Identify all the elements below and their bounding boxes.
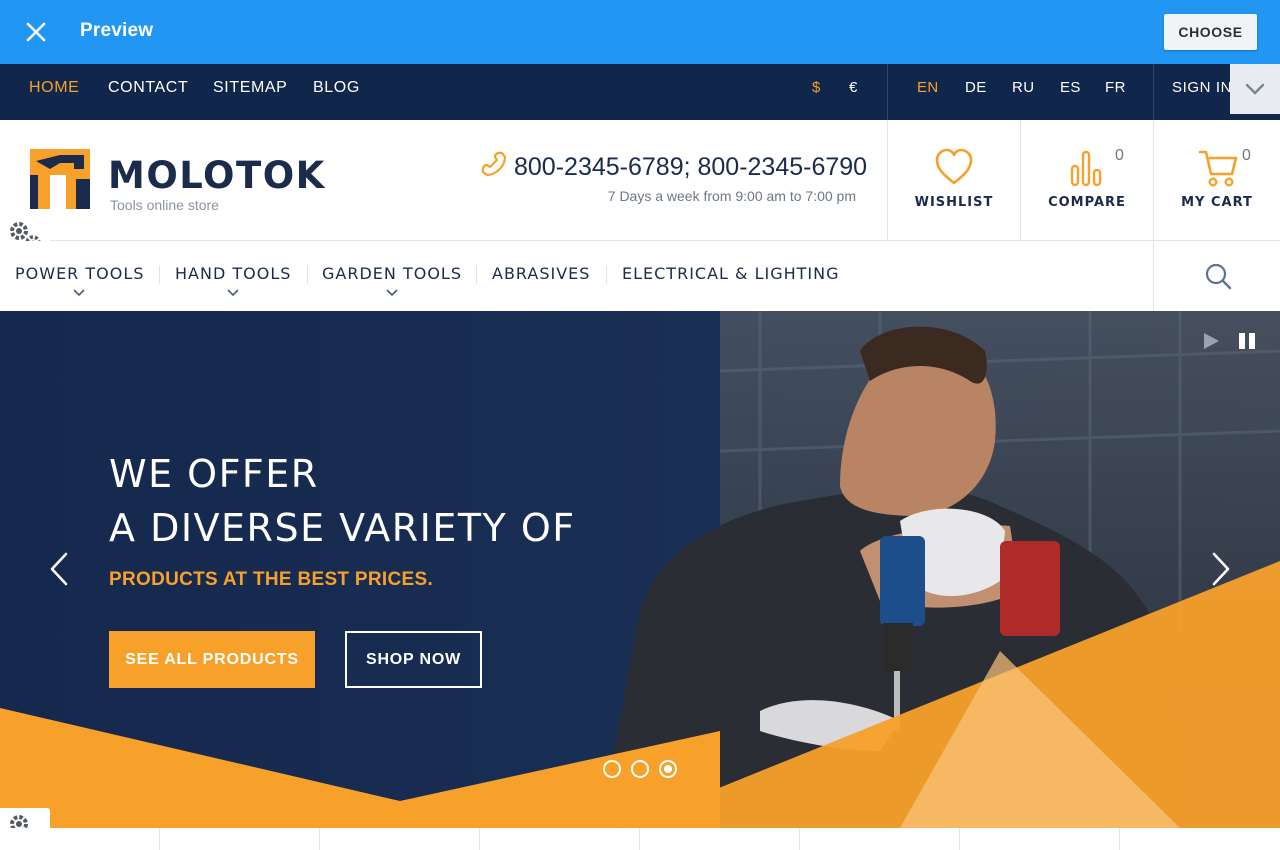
nav-contact-link[interactable]: CONTACT bbox=[108, 79, 188, 97]
topbar-divider bbox=[1153, 64, 1154, 120]
opening-hours: 7 Days a week from 9:00 am to 7:00 pm bbox=[607, 188, 856, 204]
heart-icon bbox=[935, 148, 973, 185]
account-dropdown-button[interactable] bbox=[1230, 64, 1280, 114]
strip-divider bbox=[799, 828, 800, 850]
cart-icon bbox=[1198, 150, 1238, 187]
hero-subheadline: PRODUCTS AT THE BEST PRICES. bbox=[109, 569, 434, 590]
top-bar bbox=[0, 64, 1280, 120]
category-garden-tools[interactable]: GARDEN TOOLS bbox=[322, 264, 462, 283]
chevron-down-icon bbox=[227, 289, 239, 297]
nav-home-link[interactable]: HOME bbox=[29, 79, 79, 97]
see-all-products-button[interactable]: SEE ALL PRODUCTS bbox=[109, 631, 315, 688]
wishlist-label: WISHLIST bbox=[914, 195, 994, 210]
preview-bar: Preview CHOOSE bbox=[0, 0, 1280, 64]
strip-divider bbox=[319, 828, 320, 850]
category-separator bbox=[307, 266, 308, 284]
lang-es[interactable]: ES bbox=[1060, 79, 1081, 96]
pause-icon[interactable] bbox=[1236, 330, 1258, 352]
nav-sitemap-link[interactable]: SITEMAP bbox=[213, 79, 287, 97]
preview-title: Preview bbox=[80, 20, 154, 41]
sign-in-link[interactable]: SIGN IN bbox=[1172, 79, 1232, 96]
slide-dot-3[interactable] bbox=[659, 760, 677, 778]
compare-button[interactable]: 0 COMPARE bbox=[1021, 120, 1153, 240]
chevron-right-icon[interactable] bbox=[1208, 551, 1234, 587]
lang-fr[interactable]: FR bbox=[1105, 79, 1126, 96]
phone-numbers[interactable]: 800-2345-6789; 800-2345-6790 bbox=[514, 153, 867, 182]
currency-eur[interactable]: € bbox=[849, 79, 857, 96]
logo-name[interactable]: MOLOTOK bbox=[108, 154, 326, 197]
shop-now-button[interactable]: SHOP NOW bbox=[345, 631, 482, 688]
currency-usd[interactable]: $ bbox=[812, 79, 820, 96]
close-icon[interactable] bbox=[22, 18, 50, 46]
lang-en[interactable]: EN bbox=[917, 79, 939, 96]
hero-headline-line2: A DIVERSE VARIETY OF bbox=[109, 506, 576, 550]
topbar-divider bbox=[887, 64, 888, 120]
slide-dot-1[interactable] bbox=[603, 760, 621, 778]
chevron-down-icon bbox=[386, 289, 398, 297]
compare-count: 0 bbox=[1115, 147, 1124, 164]
strip-divider bbox=[159, 828, 160, 850]
search-icon bbox=[1205, 263, 1232, 290]
hammer-logo-icon[interactable] bbox=[30, 149, 90, 209]
cart-count: 0 bbox=[1242, 147, 1251, 164]
nav-blog-link[interactable]: BLOG bbox=[313, 79, 360, 97]
lang-de[interactable]: DE bbox=[965, 79, 987, 96]
category-separator bbox=[159, 266, 160, 284]
phone-icon bbox=[481, 151, 507, 177]
bar-chart-icon bbox=[1070, 150, 1102, 187]
feature-strip bbox=[0, 828, 1280, 850]
choose-button[interactable]: CHOOSE bbox=[1164, 14, 1257, 50]
category-power-tools[interactable]: POWER TOOLS bbox=[15, 264, 144, 283]
cart-label: MY CART bbox=[1181, 195, 1253, 210]
strip-divider bbox=[479, 828, 480, 850]
wishlist-button[interactable]: WISHLIST bbox=[888, 120, 1020, 240]
category-separator bbox=[606, 266, 607, 284]
lang-ru[interactable]: RU bbox=[1012, 79, 1034, 96]
chevron-left-icon[interactable] bbox=[46, 551, 72, 587]
slide-dot-2[interactable] bbox=[631, 760, 649, 778]
search-button[interactable] bbox=[1153, 241, 1280, 311]
category-electrical-lighting[interactable]: ELECTRICAL & LIGHTING bbox=[622, 264, 840, 283]
logo-tagline: Tools online store bbox=[110, 197, 219, 213]
chevron-down-icon bbox=[1245, 83, 1265, 95]
strip-divider bbox=[959, 828, 960, 850]
category-separator bbox=[476, 266, 477, 284]
strip-divider bbox=[1119, 828, 1120, 850]
compare-label: COMPARE bbox=[1048, 195, 1126, 210]
play-icon[interactable] bbox=[1200, 330, 1222, 352]
chevron-down-icon bbox=[73, 289, 85, 297]
strip-divider bbox=[639, 828, 640, 850]
hero-headline-line1: WE OFFER bbox=[109, 452, 319, 496]
cart-button[interactable]: 0 MY CART bbox=[1154, 120, 1280, 240]
category-abrasives[interactable]: ABRASIVES bbox=[492, 264, 590, 283]
category-hand-tools[interactable]: HAND TOOLS bbox=[175, 264, 291, 283]
